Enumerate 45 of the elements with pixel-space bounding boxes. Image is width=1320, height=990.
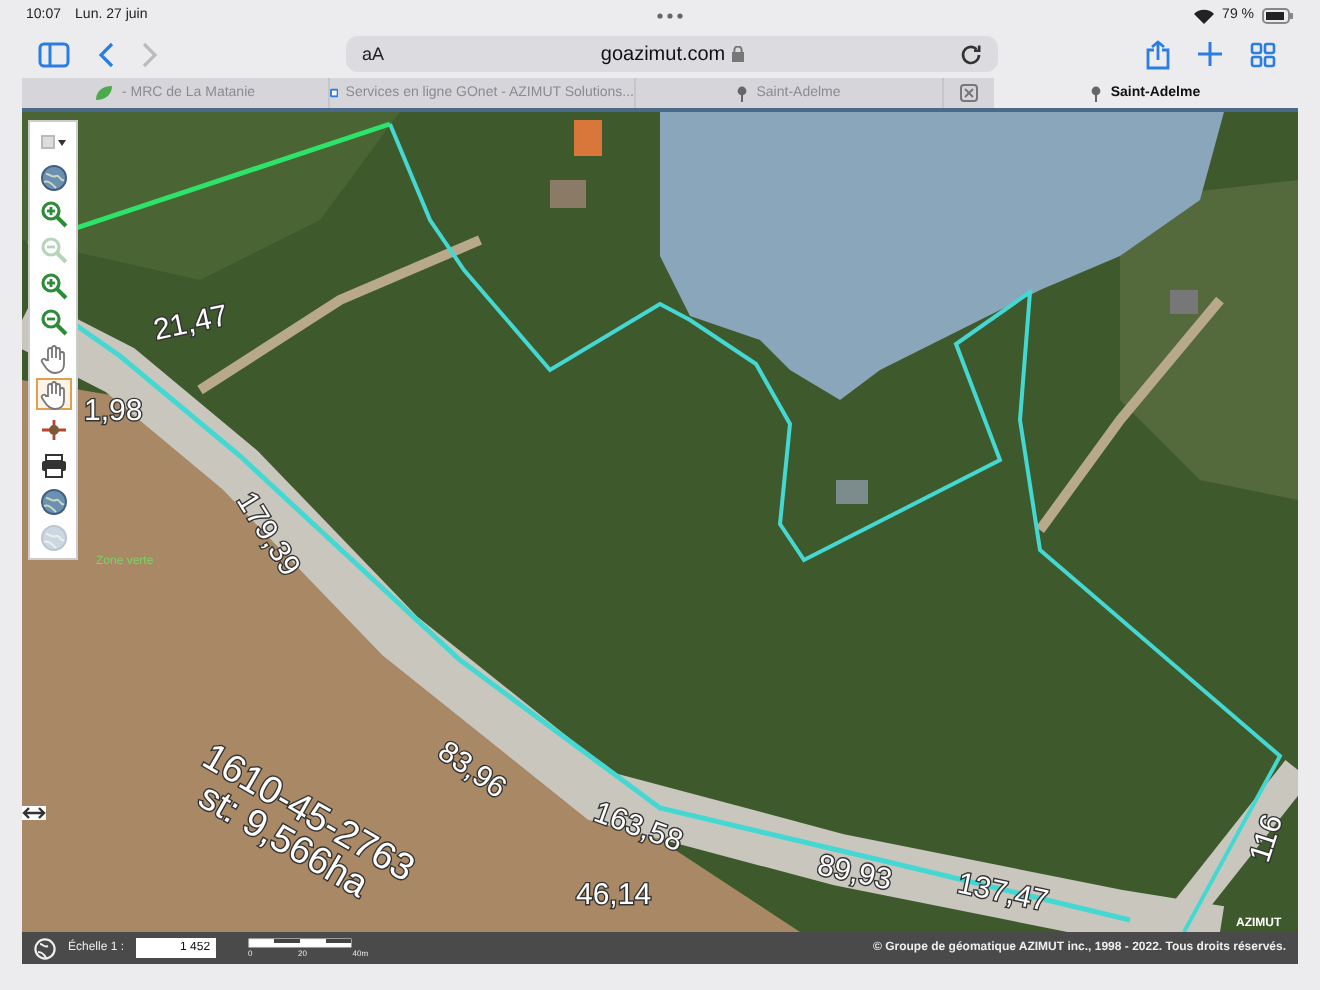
globe-icon[interactable] xyxy=(34,937,56,960)
lock-icon xyxy=(731,46,744,63)
zoom-out-icon xyxy=(39,236,67,265)
print-icon xyxy=(39,454,67,479)
address-bar[interactable]: aA goazimut.com xyxy=(346,36,998,73)
hand-icon xyxy=(39,379,67,410)
share-icon[interactable] xyxy=(1146,39,1170,70)
globe-icon xyxy=(39,524,67,553)
building xyxy=(550,180,586,209)
globe-icon xyxy=(39,164,67,193)
building xyxy=(1170,290,1198,315)
dimension-label: 46,14 xyxy=(576,878,652,913)
wifi-icon xyxy=(1194,7,1215,24)
app-icon xyxy=(329,84,338,103)
dimension-label: 137,47 xyxy=(954,867,1052,920)
address-text: goazimut.com xyxy=(600,43,726,66)
building xyxy=(574,120,602,157)
back-icon[interactable] xyxy=(98,41,114,68)
building xyxy=(836,480,868,505)
hand-icon xyxy=(39,343,67,374)
sidebar-icon[interactable] xyxy=(38,41,70,68)
pin-icon xyxy=(1090,85,1103,102)
zoom-in-icon xyxy=(39,272,67,301)
text-size-button[interactable]: aA xyxy=(362,44,385,65)
reload-icon[interactable] xyxy=(960,43,983,66)
dimension-label: 89,93 xyxy=(814,849,895,899)
new-tab-icon[interactable] xyxy=(1198,42,1222,67)
scale-bar-icon xyxy=(248,938,353,949)
dimension-label: 116 xyxy=(1243,811,1291,868)
map-tool-button[interactable] xyxy=(35,486,71,519)
zoom-in-icon xyxy=(39,200,67,229)
expand-arrows-icon[interactable] xyxy=(22,806,46,821)
more-dots-icon[interactable] xyxy=(656,11,685,20)
leaf-icon xyxy=(93,84,114,103)
map-tool-button[interactable] xyxy=(35,162,71,195)
crosshair-icon xyxy=(39,418,67,443)
battery-icon xyxy=(1262,7,1295,24)
pin-icon xyxy=(736,85,749,102)
tabs-grid-icon[interactable] xyxy=(1250,41,1276,68)
dimension-label: 21,47 xyxy=(150,299,232,349)
dimension-label: 163,58 xyxy=(589,796,688,860)
layers-icon xyxy=(39,134,67,151)
globe-icon xyxy=(39,488,67,517)
zoom-out-icon xyxy=(39,308,67,337)
close-tab-icon[interactable] xyxy=(959,84,977,103)
